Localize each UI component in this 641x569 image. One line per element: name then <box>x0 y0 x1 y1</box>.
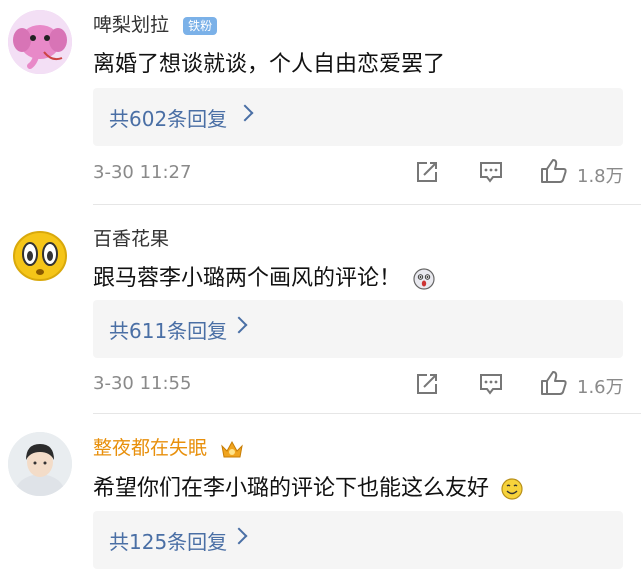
comment-icon[interactable] <box>478 160 504 184</box>
crown-icon <box>221 440 243 457</box>
reply-count-label: 共611条回复 <box>109 319 228 343</box>
comment-text: 希望你们在李小璐的评论下也能这么友好 <box>93 470 524 502</box>
reply-summary-button[interactable]: 共602条回复 <box>93 88 623 146</box>
reply-summary-button[interactable]: 共611条回复 <box>93 300 623 358</box>
chevron-right-icon <box>236 104 254 122</box>
username-text[interactable]: 啤梨划拉 <box>93 14 169 36</box>
timestamp: 3-30 11:27 <box>93 162 192 183</box>
reply-count-label: 共602条回复 <box>109 107 228 131</box>
like-count: 1.6万 <box>577 377 624 398</box>
comment-icon[interactable] <box>478 372 504 396</box>
reply-count-label: 共125条回复 <box>109 530 228 554</box>
divider <box>93 204 641 205</box>
elephant-avatar-icon <box>8 10 72 74</box>
comment-text: 跟马蓉李小璐两个画风的评论！ <box>93 260 436 292</box>
avatar[interactable] <box>8 222 72 286</box>
like-count: 1.8万 <box>577 166 624 187</box>
comment-text: 离婚了想谈就谈，个人自由恋爱罢了 <box>93 52 446 77</box>
comment-item: 百香花果 跟马蓉李小璐两个画风的评论！ 共611条回复 3-30 11:55 1… <box>0 210 641 420</box>
reply-summary-button[interactable]: 共125条回复 <box>93 511 623 569</box>
share-icon[interactable] <box>414 160 440 184</box>
username-text[interactable]: 百香花果 <box>93 228 169 250</box>
chevron-right-icon <box>230 316 248 334</box>
smile-emoji-icon <box>501 478 523 500</box>
comment-item: 啤梨划拉 铁粉 离婚了想谈就谈，个人自由恋爱罢了 共602条回复 3-30 11… <box>0 0 641 210</box>
chevron-right-icon <box>230 527 248 545</box>
share-icon[interactable] <box>414 372 440 396</box>
username[interactable]: 整夜都在失眠 <box>93 433 245 460</box>
comment-text-content: 跟马蓉李小璐两个画风的评论！ <box>93 266 402 291</box>
like-icon[interactable] <box>540 158 568 184</box>
like-icon[interactable] <box>540 370 568 396</box>
fan-badge: 铁粉 <box>183 16 218 35</box>
avatar[interactable] <box>8 432 72 496</box>
person-avatar-icon <box>8 432 72 496</box>
username[interactable]: 啤梨划拉 铁粉 <box>93 10 218 37</box>
surprised-emoji-icon <box>413 268 435 290</box>
divider <box>93 413 641 414</box>
comment-item: 整夜都在失眠 希望你们在李小璐的评论下也能这么友好 共125条回复 <box>0 420 641 569</box>
username[interactable]: 百香花果 <box>93 224 169 251</box>
avatar[interactable] <box>8 10 72 74</box>
comment-text-content: 希望你们在李小璐的评论下也能这么友好 <box>93 476 490 501</box>
emoji-face-avatar-icon <box>8 222 72 286</box>
timestamp: 3-30 11:55 <box>93 373 192 394</box>
username-text[interactable]: 整夜都在失眠 <box>93 437 207 459</box>
